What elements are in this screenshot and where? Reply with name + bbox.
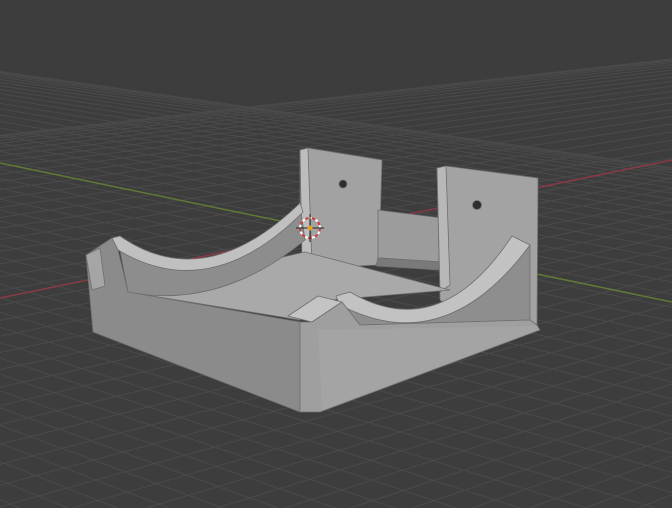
origin-dot — [307, 225, 313, 231]
mount-hole-right — [472, 200, 482, 210]
grid-line — [638, 494, 672, 508]
grid-line — [0, 66, 672, 148]
outer-right-face-shade — [318, 326, 538, 410]
3d-viewport[interactable] — [0, 0, 672, 508]
grid-line — [0, 499, 21, 508]
mount-hole-left — [338, 179, 348, 189]
mesh-object[interactable] — [85, 147, 541, 413]
grid-line — [0, 59, 672, 138]
grid-line — [0, 407, 278, 508]
grid-line — [472, 436, 672, 508]
grid-line — [0, 461, 118, 508]
grid-line — [530, 455, 672, 508]
viewport-canvas[interactable] — [0, 0, 672, 508]
grid-line — [0, 442, 169, 508]
back-plate-left — [299, 147, 383, 269]
back-plate-bridge — [377, 209, 443, 263]
